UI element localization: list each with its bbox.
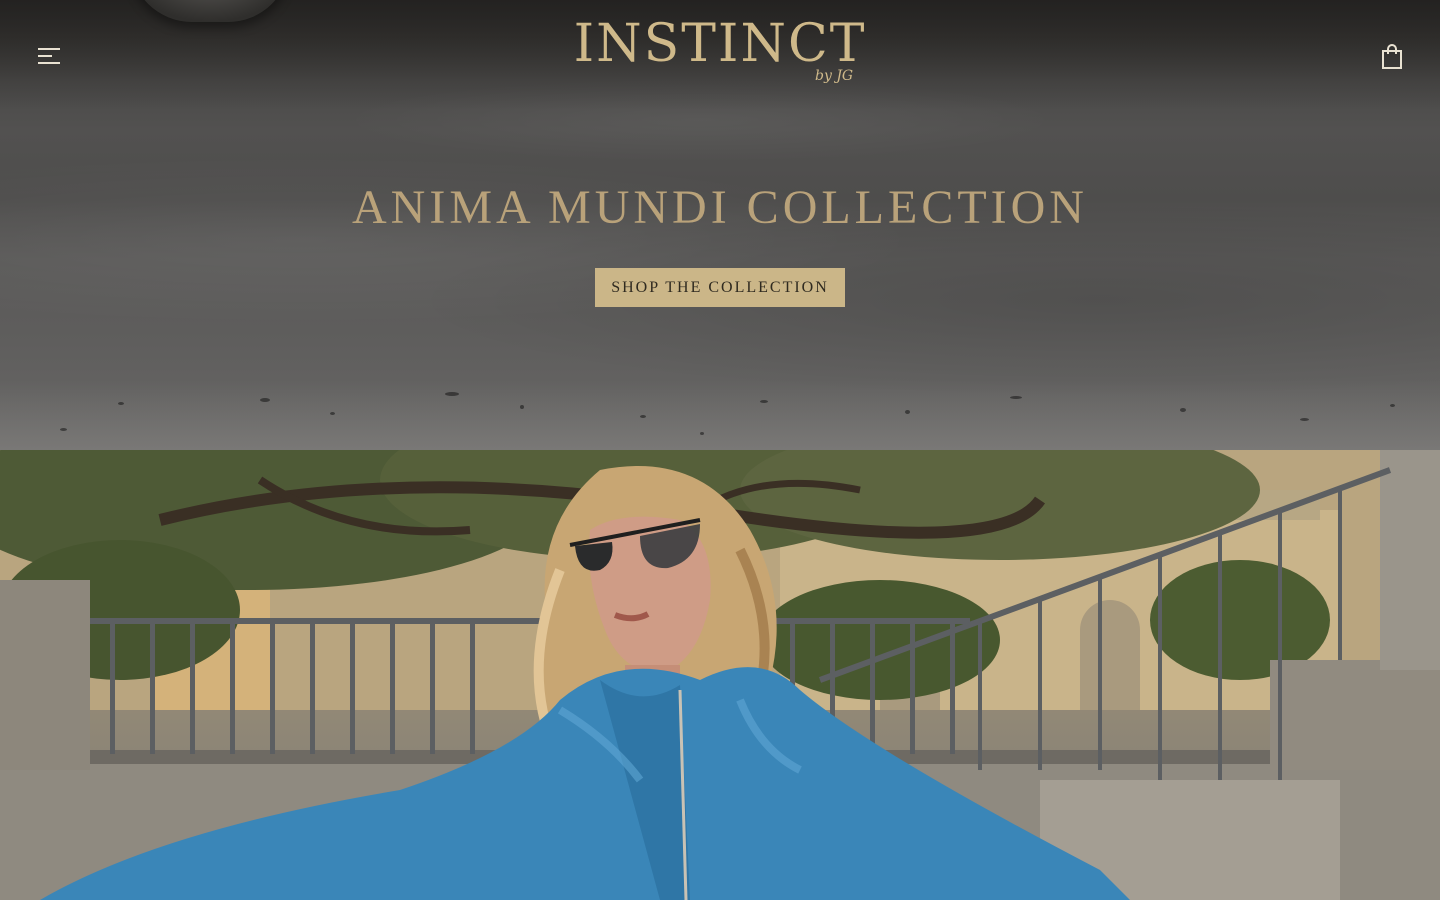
texture-speck (760, 400, 768, 403)
shop-collection-button[interactable]: SHOP THE COLLECTION (595, 268, 845, 307)
hamburger-menu-icon[interactable] (38, 48, 62, 66)
texture-speck (60, 428, 67, 431)
texture-speck (118, 402, 124, 405)
logo-signature: by JG (815, 68, 854, 84)
texture-speck (905, 410, 910, 414)
texture-speck (640, 415, 646, 418)
page: INSTINCT by JG ANIMA MUNDI COLLECTION SH… (0, 0, 1440, 900)
hero-banner: INSTINCT by JG ANIMA MUNDI COLLECTION SH… (0, 0, 1440, 450)
texture-speck (445, 392, 459, 396)
texture-speck (520, 405, 524, 409)
shopping-bag-icon[interactable] (1380, 44, 1404, 70)
texture-speck (1390, 404, 1395, 407)
hero-photo (0, 450, 1440, 900)
logo-wordmark: INSTINCT (573, 14, 867, 74)
texture-speck (700, 432, 704, 435)
texture-speck (260, 398, 270, 402)
texture-speck (1010, 396, 1022, 399)
model-photo-illustration (0, 450, 1440, 900)
texture-speck (1180, 408, 1186, 412)
hero-texture-highlight (0, 380, 1440, 450)
texture-speck (1300, 418, 1309, 421)
collection-title: ANIMA MUNDI COLLECTION (352, 181, 1088, 234)
brand-logo[interactable]: INSTINCT by JG (560, 14, 880, 94)
texture-speck (330, 412, 335, 415)
